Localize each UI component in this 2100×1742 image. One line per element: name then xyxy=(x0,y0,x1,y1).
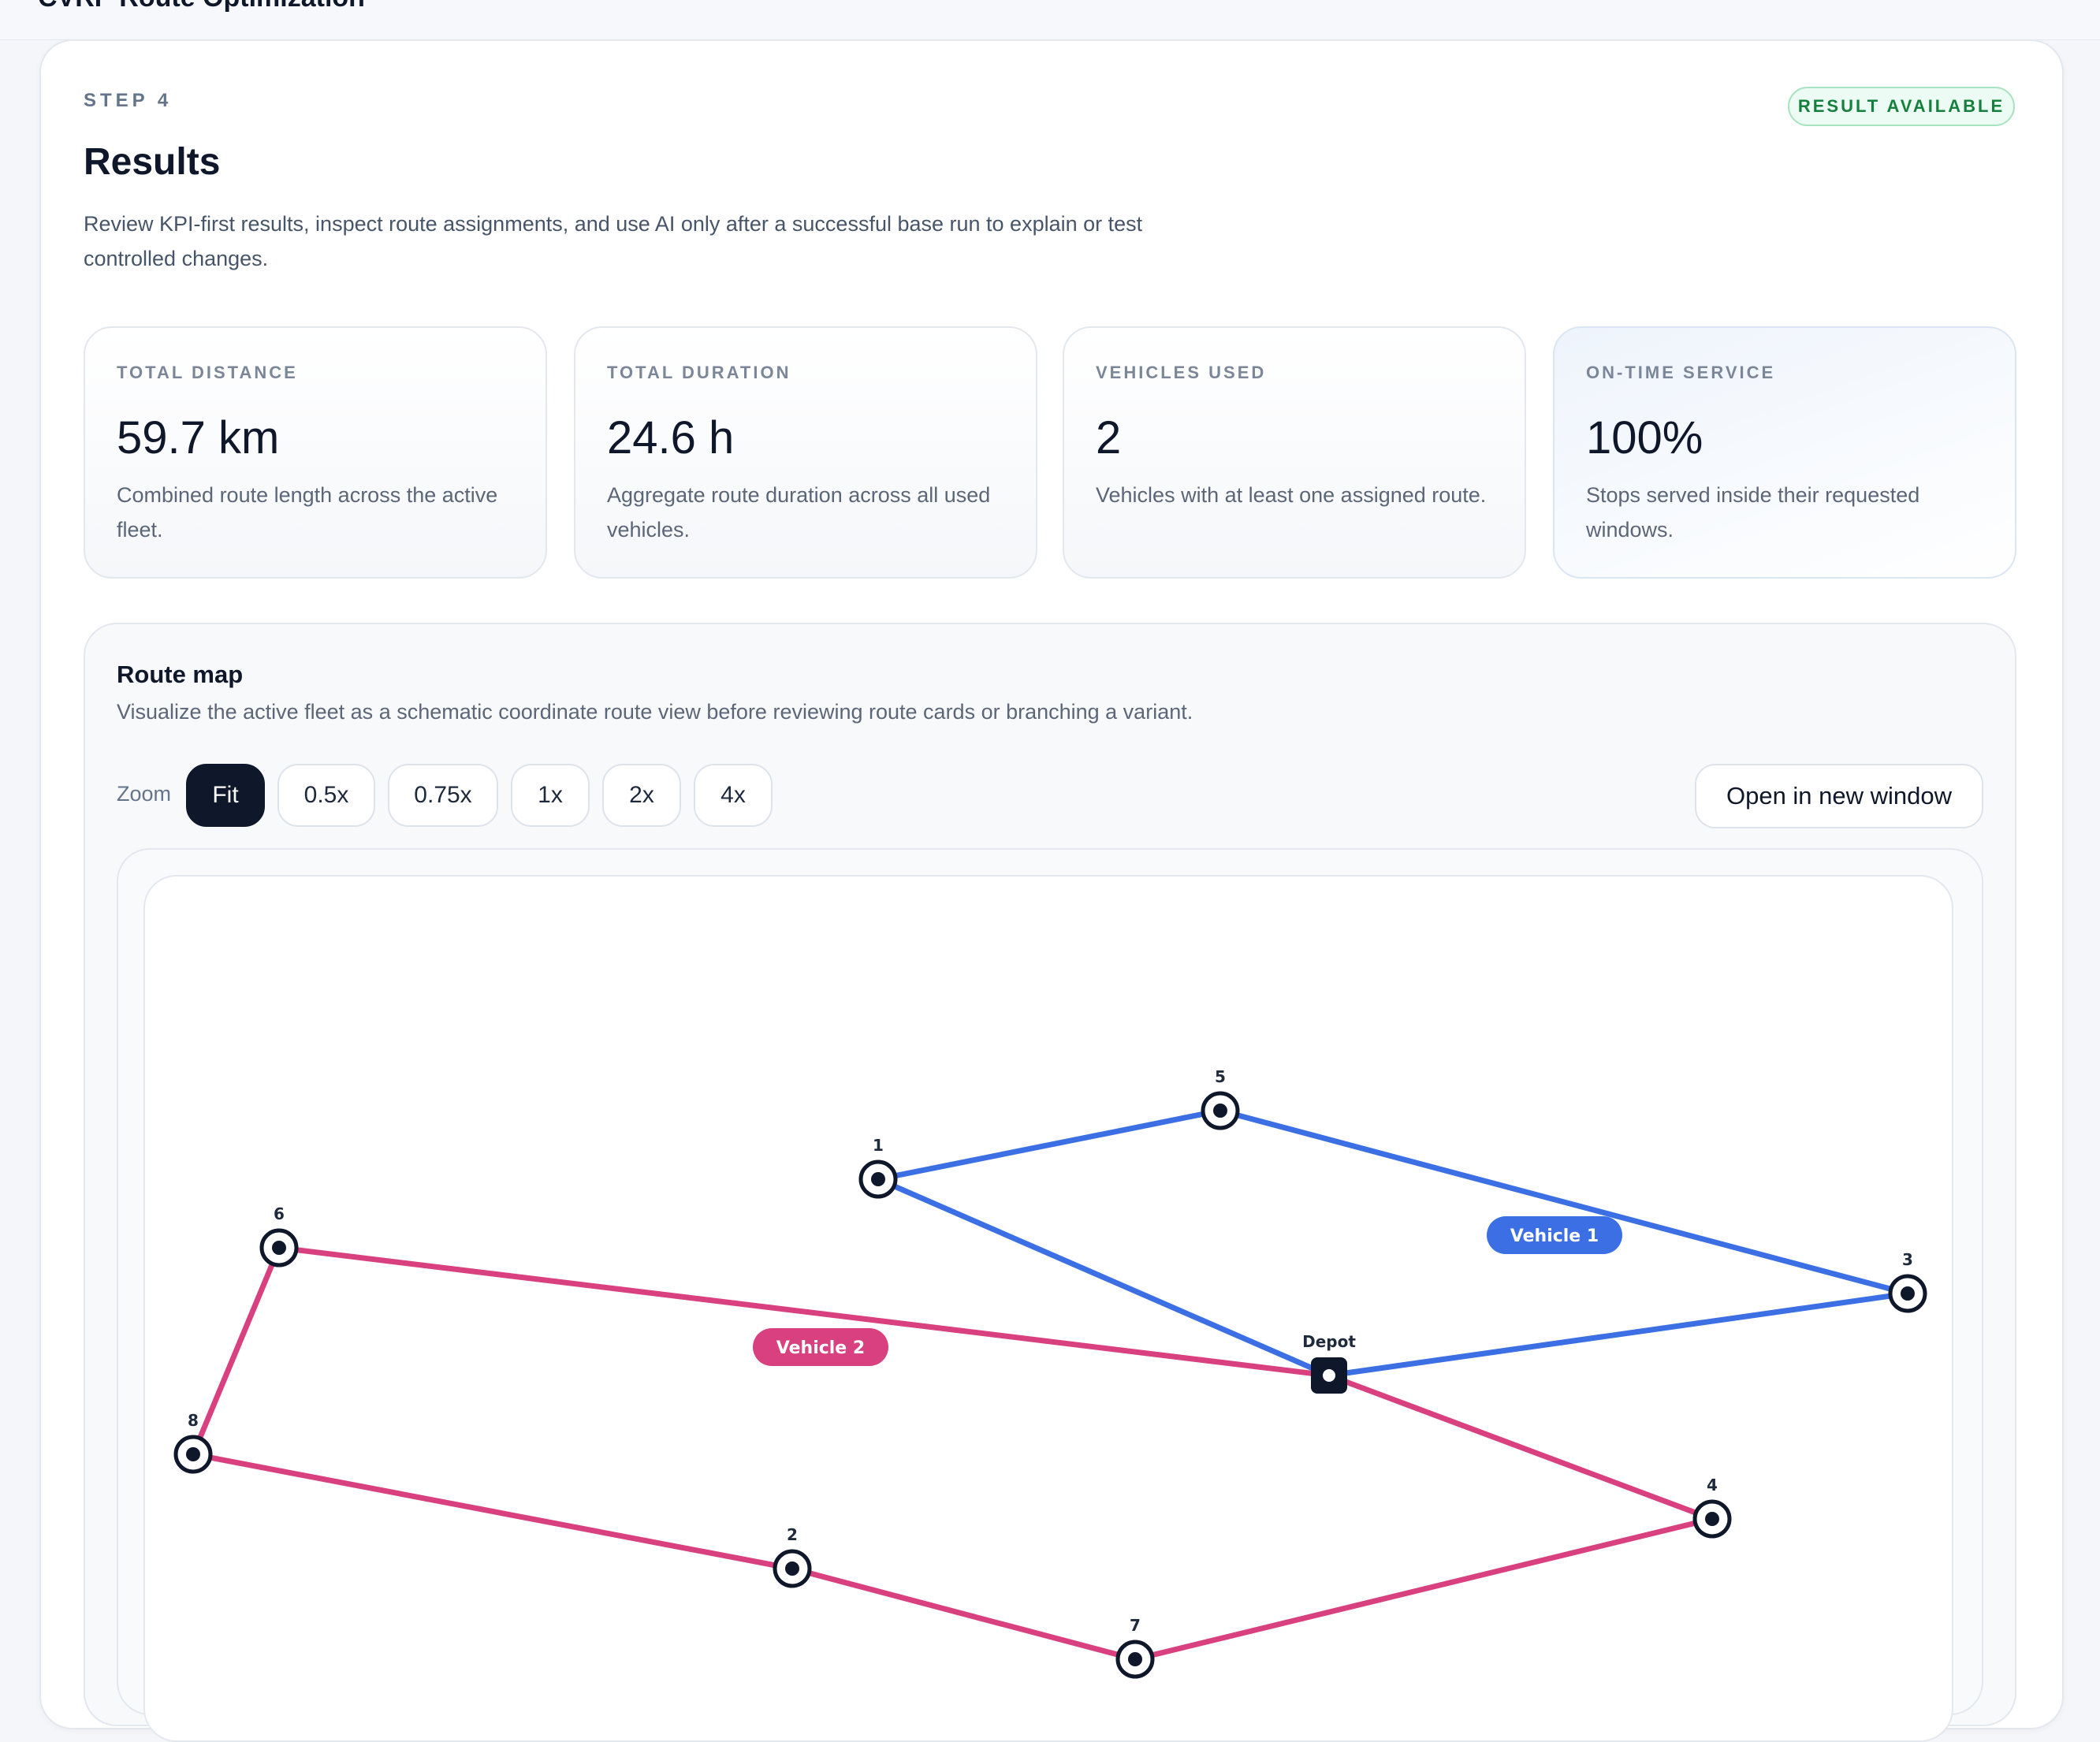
zoom-1x-button[interactable]: 1x xyxy=(511,764,590,827)
kpi-label: VEHICLES USED xyxy=(1096,363,1267,382)
route-map-description: Visualize the active fleet as a schemati… xyxy=(117,700,1193,724)
stop-label: 4 xyxy=(1707,1476,1718,1494)
stop-marker-2: 2 xyxy=(773,1525,812,1588)
zoom-0-75x-button[interactable]: 0.75x xyxy=(388,764,498,827)
kpi-description: Aggregate route duration across all used… xyxy=(607,483,991,542)
route-map-svg[interactable]: Vehicle 1 Vehicle 2 1 2 3 4 5 6 7 8 Depot xyxy=(145,877,1953,1742)
kpi-card-total-distance: TOTAL DISTANCE 59.7 km Combined route le… xyxy=(84,326,547,579)
status-badge: RESULT AVAILABLE xyxy=(1788,87,2015,126)
stop-marker-1: 1 xyxy=(858,1136,898,1199)
depot-label: Depot xyxy=(1302,1332,1356,1351)
kpi-card-on-time-service: ON-TIME SERVICE 100% Stops served inside… xyxy=(1553,326,2016,579)
stop-marker-3: 3 xyxy=(1888,1250,1927,1313)
route-line-vehicle-2 xyxy=(190,1245,1715,1662)
vehicle-label-text: Vehicle 2 xyxy=(776,1338,865,1358)
route-map-canvas[interactable]: Vehicle 1 Vehicle 2 1 2 3 4 5 6 7 8 Depot xyxy=(143,875,1953,1742)
stop-dot xyxy=(1901,1286,1915,1301)
step-label: STEP 4 xyxy=(84,90,173,111)
stop-marker-7: 7 xyxy=(1115,1616,1155,1679)
stop-dot xyxy=(1213,1104,1227,1118)
stop-label: 1 xyxy=(873,1136,884,1155)
kpi-description: Combined route length across the active … xyxy=(117,483,498,542)
stop-label: 8 xyxy=(188,1411,199,1430)
app-title: CVRP Route Optimization xyxy=(38,0,365,13)
kpi-label: TOTAL DISTANCE xyxy=(117,363,298,382)
kpi-description: Stops served inside their requested wind… xyxy=(1586,483,1920,542)
top-bar: CVRP Route Optimization xyxy=(0,0,2100,40)
kpi-value: 100% xyxy=(1586,412,1703,463)
vehicle-label-text: Vehicle 1 xyxy=(1510,1226,1599,1246)
zoom-4x-button[interactable]: 4x xyxy=(694,764,773,827)
zoom-fit-button[interactable]: Fit xyxy=(186,764,265,827)
zoom-label: Zoom xyxy=(117,782,172,806)
open-in-new-window-button[interactable]: Open in new window xyxy=(1695,764,1983,828)
stop-dot xyxy=(871,1172,885,1186)
depot-dot xyxy=(1323,1369,1335,1382)
route-map-title: Route map xyxy=(117,661,244,688)
zoom-2x-button[interactable]: 2x xyxy=(602,764,681,827)
stop-dot xyxy=(785,1561,799,1576)
kpi-description: Vehicles with at least one assigned rout… xyxy=(1096,483,1487,507)
kpi-value: 2 xyxy=(1096,412,1122,463)
zoom-0-5x-button[interactable]: 0.5x xyxy=(277,764,375,827)
kpi-label: TOTAL DURATION xyxy=(607,363,791,382)
stop-label: 2 xyxy=(787,1525,798,1544)
page-title: Results xyxy=(84,141,221,183)
page-description: Review KPI-first results, inspect route … xyxy=(84,212,1143,270)
kpi-value: 24.6 h xyxy=(607,412,735,463)
stop-dot xyxy=(186,1447,200,1461)
kpi-card-total-duration: TOTAL DURATION 24.6 h Aggregate route du… xyxy=(574,326,1037,579)
vehicle-label-1: Vehicle 1 xyxy=(1487,1216,1622,1254)
kpi-card-vehicles-used: VEHICLES USED 2 Vehicles with at least o… xyxy=(1063,326,1526,579)
kpi-value: 59.7 km xyxy=(117,412,280,463)
stop-marker-4: 4 xyxy=(1692,1476,1732,1539)
vehicle-label-2: Vehicle 2 xyxy=(753,1328,888,1366)
stop-dot xyxy=(1128,1652,1142,1666)
stop-dot xyxy=(272,1241,286,1255)
route-line-vehicle-1 xyxy=(875,1107,1911,1379)
stop-dot xyxy=(1705,1512,1719,1526)
stop-label: 7 xyxy=(1130,1616,1141,1635)
kpi-label: ON-TIME SERVICE xyxy=(1586,363,1776,382)
stop-label: 6 xyxy=(274,1204,285,1223)
stop-label: 5 xyxy=(1215,1067,1226,1086)
stop-marker-5: 5 xyxy=(1201,1067,1240,1130)
stop-marker-6: 6 xyxy=(259,1204,299,1267)
stop-label: 3 xyxy=(1902,1250,1913,1269)
